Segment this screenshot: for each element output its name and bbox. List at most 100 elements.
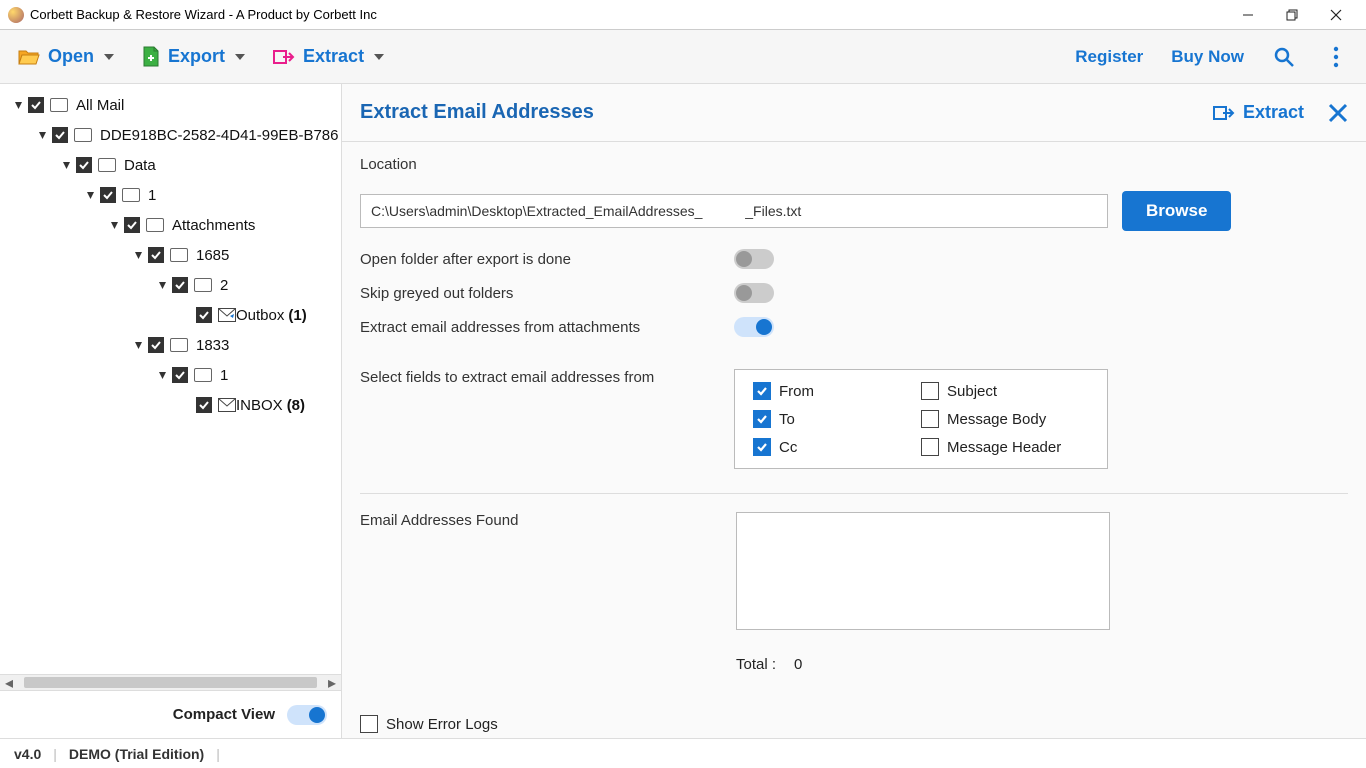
more-menu[interactable] <box>1324 45 1348 69</box>
option-toggle[interactable] <box>734 317 774 337</box>
tree-node-label: 1685 <box>196 247 229 264</box>
register-link[interactable]: Register <box>1075 47 1143 67</box>
total-label: Total : <box>736 656 776 673</box>
item-count: (8) <box>287 397 305 414</box>
scroll-left-icon[interactable]: ◂ <box>0 675 18 690</box>
compact-view-label: Compact View <box>173 706 275 723</box>
folder-icon <box>194 278 212 292</box>
scroll-thumb[interactable] <box>24 677 317 688</box>
caret-down-icon <box>104 54 114 60</box>
tree-checkbox[interactable] <box>76 157 92 173</box>
tree-node-label: 1 <box>148 187 156 204</box>
option-label: Skip greyed out folders <box>360 285 734 302</box>
found-label: Email Addresses Found <box>360 512 736 630</box>
main-content: Extract Email Addresses Extract Location… <box>342 84 1366 738</box>
option-label: Open folder after export is done <box>360 251 734 268</box>
tree-node[interactable]: Attachments <box>0 210 341 240</box>
checkbox-icon <box>753 438 771 456</box>
buy-now-link[interactable]: Buy Now <box>1171 47 1244 67</box>
tree-node[interactable]: Data <box>0 150 341 180</box>
search-button[interactable] <box>1272 45 1296 69</box>
browse-button[interactable]: Browse <box>1122 191 1231 231</box>
main-toolbar: Open Export Extract Register Buy Now <box>0 30 1366 84</box>
tree-horizontal-scrollbar[interactable]: ◂ ▸ <box>0 674 341 690</box>
open-label: Open <box>48 46 94 67</box>
status-bar: v4.0 | DEMO (Trial Edition) | <box>0 738 1366 768</box>
tree-node-label: DDE918BC-2582-4D41-99EB-B786 <box>100 127 338 144</box>
extract-icon <box>273 48 295 66</box>
file-export-icon <box>142 46 160 68</box>
caret-down-icon <box>374 54 384 60</box>
tree-node[interactable]: 2 <box>0 270 341 300</box>
edition-label: DEMO (Trial Edition) <box>69 746 204 762</box>
option-label: Extract email addresses from attachments <box>360 319 734 336</box>
tree-checkbox[interactable] <box>196 397 212 413</box>
folder-icon <box>194 368 212 382</box>
field-label: Cc <box>779 439 797 456</box>
field-checkbox[interactable]: Message Body <box>921 410 1089 428</box>
tree-node[interactable]: 1833 <box>0 330 341 360</box>
option-toggle[interactable] <box>734 249 774 269</box>
found-addresses-list[interactable] <box>736 512 1110 630</box>
panel-close-button[interactable] <box>1328 103 1348 123</box>
scroll-right-icon[interactable]: ▸ <box>323 675 341 690</box>
panel-title: Extract Email Addresses <box>360 101 594 124</box>
export-menu[interactable]: Export <box>142 46 245 68</box>
expand-toggle-icon[interactable] <box>156 279 168 291</box>
field-checkbox[interactable]: Message Header <box>921 438 1089 456</box>
tree-node[interactable]: All Mail <box>0 90 341 120</box>
tree-checkbox[interactable] <box>172 277 188 293</box>
tree-node[interactable]: 1685 <box>0 240 341 270</box>
field-label: Message Body <box>947 411 1046 428</box>
tree-node[interactable]: Outbox (1) <box>0 300 341 330</box>
show-error-logs-checkbox[interactable]: Show Error Logs <box>360 715 498 733</box>
minimize-button[interactable] <box>1226 0 1270 30</box>
field-checkbox[interactable]: To <box>753 410 921 428</box>
location-input[interactable] <box>360 194 1108 228</box>
checkbox-icon <box>753 382 771 400</box>
expand-toggle-icon[interactable] <box>60 159 72 171</box>
expand-toggle-icon[interactable] <box>36 129 48 141</box>
version-label: v4.0 <box>14 746 41 762</box>
tree-node-label: Attachments <box>172 217 255 234</box>
tree-checkbox[interactable] <box>52 127 68 143</box>
tree-checkbox[interactable] <box>148 337 164 353</box>
expand-toggle-icon[interactable] <box>84 189 96 201</box>
expand-toggle-icon[interactable] <box>108 219 120 231</box>
tree-node[interactable]: 1 <box>0 180 341 210</box>
folder-tree[interactable]: All Mail DDE918BC-2582-4D41-99EB-B786 Data… <box>0 84 341 674</box>
tree-node[interactable]: DDE918BC-2582-4D41-99EB-B786 <box>0 120 341 150</box>
compact-view-toggle[interactable] <box>287 705 327 725</box>
tree-checkbox[interactable] <box>148 247 164 263</box>
maximize-button[interactable] <box>1270 0 1314 30</box>
tree-node-label: 1833 <box>196 337 229 354</box>
outbox-icon <box>218 308 236 322</box>
field-checkbox[interactable]: From <box>753 382 921 400</box>
expand-toggle-icon[interactable] <box>132 249 144 261</box>
open-menu[interactable]: Open <box>18 46 114 67</box>
fields-section-label: Select fields to extract email addresses… <box>360 369 734 386</box>
close-window-button[interactable] <box>1314 0 1358 30</box>
field-checkbox[interactable]: Cc <box>753 438 921 456</box>
tree-node-label: 2 <box>220 277 228 294</box>
checkbox-icon <box>921 410 939 428</box>
tree-node[interactable]: INBOX (8) <box>0 390 341 420</box>
tree-node[interactable]: 1 <box>0 360 341 390</box>
inbox-icon <box>218 398 236 412</box>
tree-checkbox[interactable] <box>100 187 116 203</box>
fields-checkbox-group: From Subject To Message Body Cc Message Heade… <box>734 369 1108 469</box>
tree-checkbox[interactable] <box>172 367 188 383</box>
field-checkbox[interactable]: Subject <box>921 382 1089 400</box>
app-icon <box>8 7 24 23</box>
field-label: Subject <box>947 383 997 400</box>
extract-menu[interactable]: Extract <box>273 46 384 67</box>
expand-toggle-icon[interactable] <box>156 369 168 381</box>
expand-toggle-icon[interactable] <box>132 339 144 351</box>
tree-checkbox[interactable] <box>196 307 212 323</box>
option-toggle[interactable] <box>734 283 774 303</box>
tree-checkbox[interactable] <box>124 217 140 233</box>
expand-toggle-icon[interactable] <box>12 99 24 111</box>
tree-checkbox[interactable] <box>28 97 44 113</box>
item-count: (1) <box>288 307 306 324</box>
header-extract-button[interactable]: Extract <box>1213 102 1304 123</box>
